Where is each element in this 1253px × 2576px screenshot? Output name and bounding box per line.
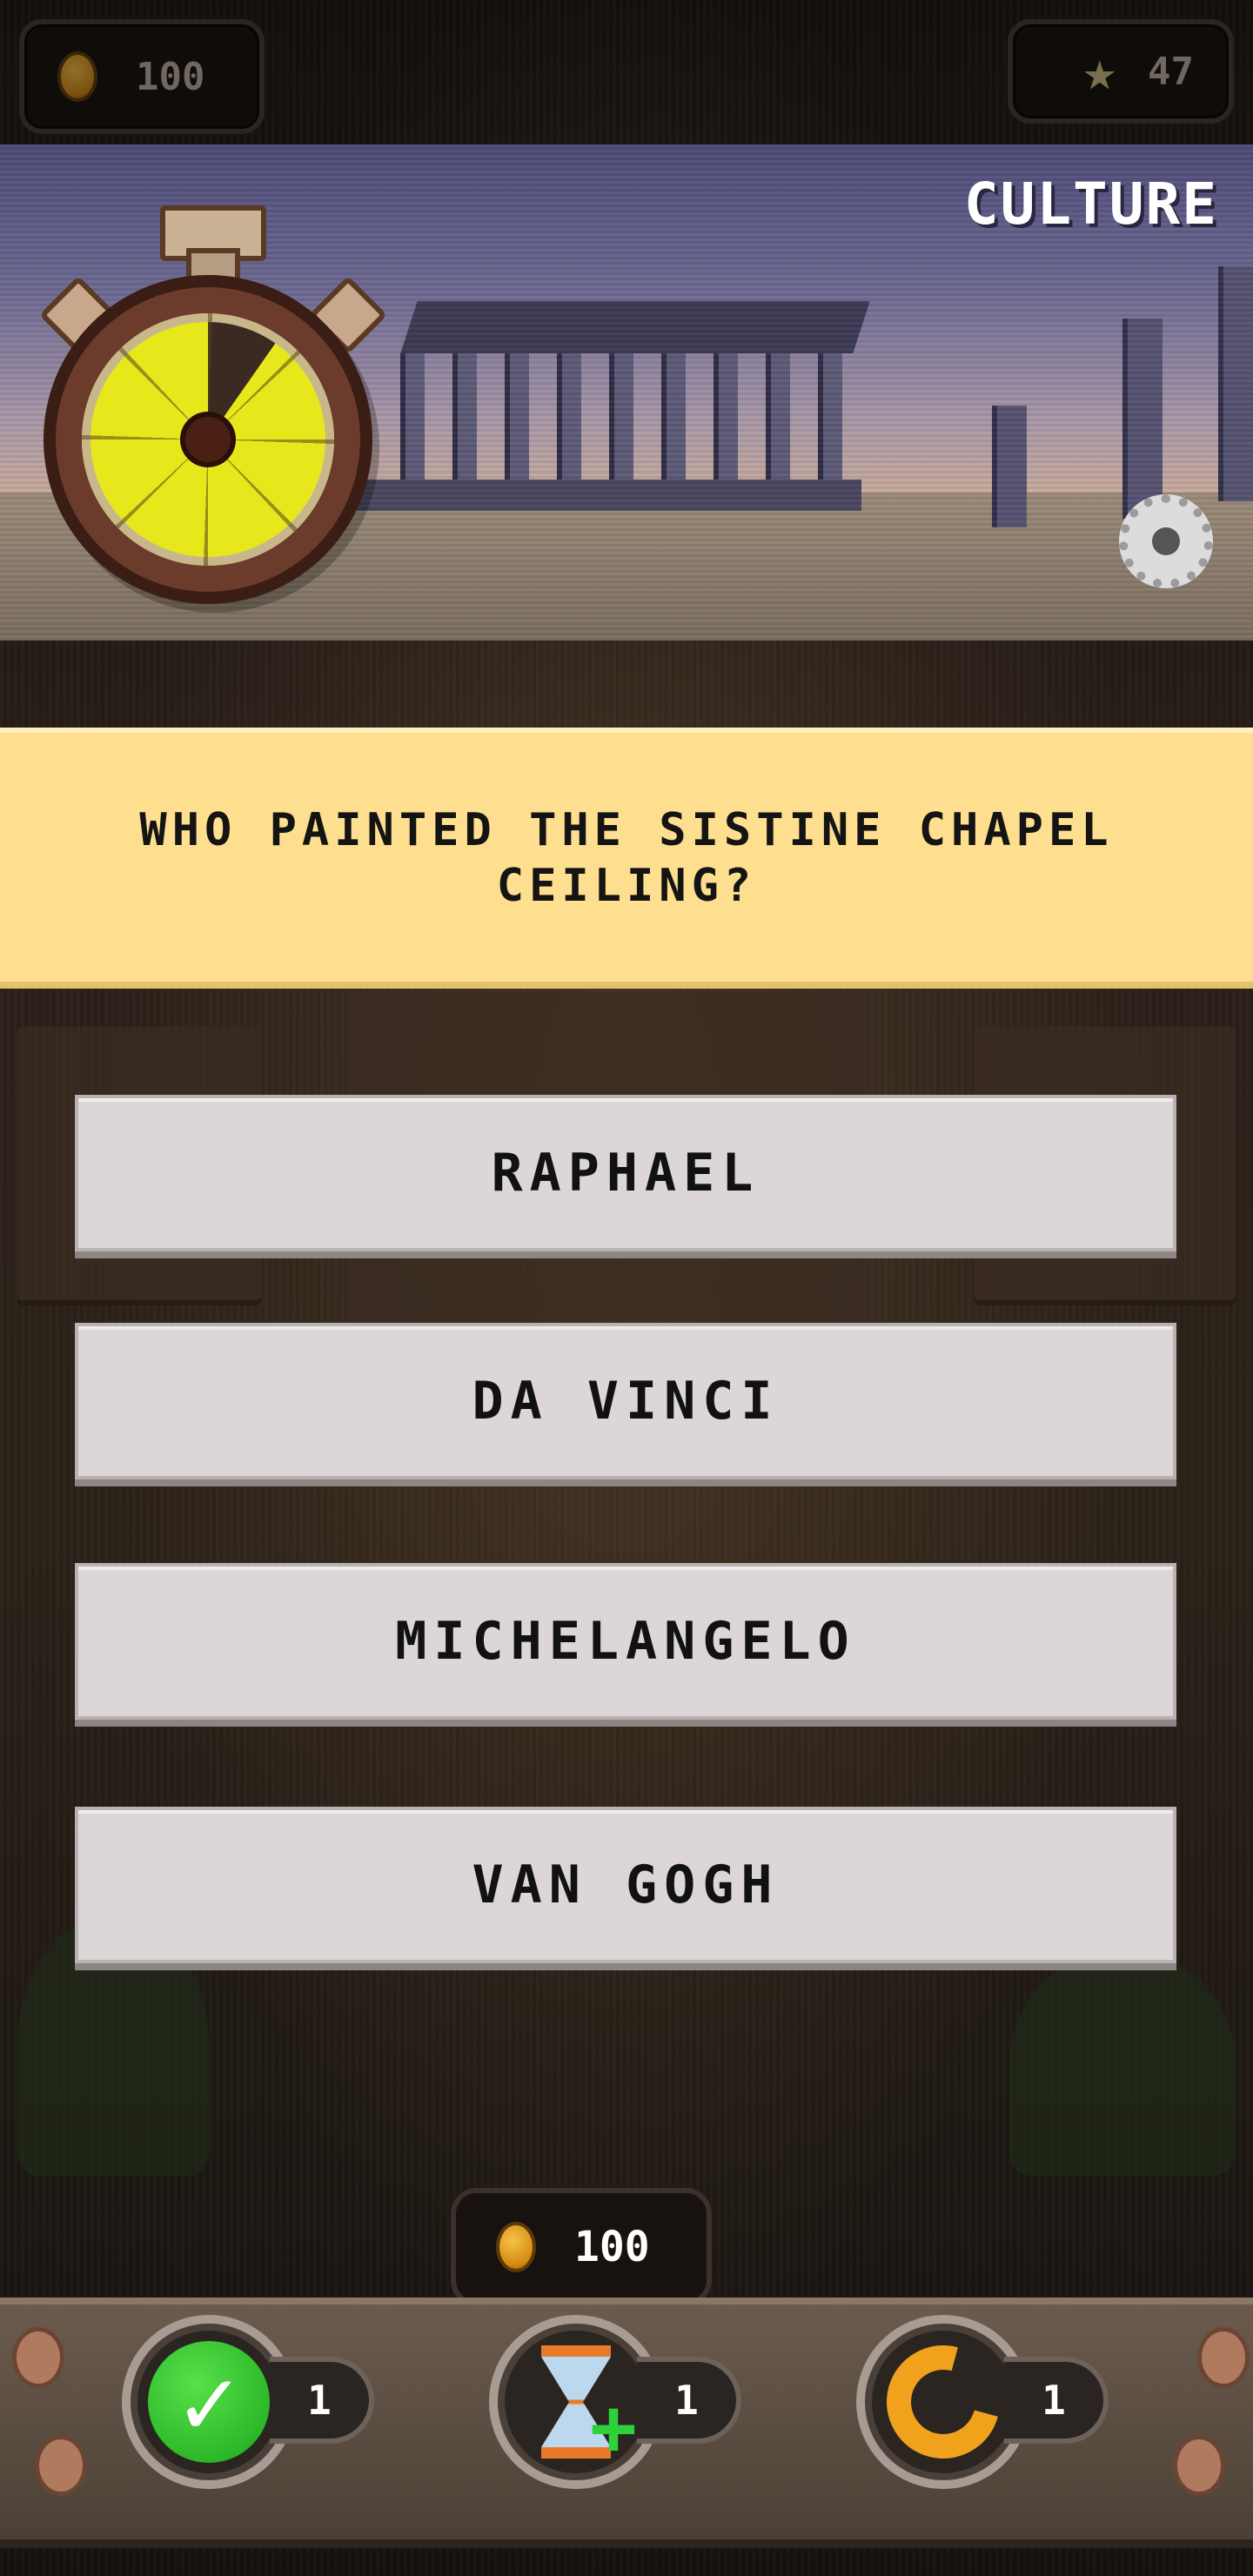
gear-icon[interactable]: [1119, 494, 1213, 588]
answer-label: DA VINCI: [472, 1371, 780, 1432]
category-title: CULTURE: [963, 171, 1218, 238]
coin-icon: [57, 51, 97, 102]
powerup-count: 1: [637, 2357, 741, 2444]
checkmark-icon: ✓: [148, 2341, 270, 2463]
question-card: WHO PAINTED THE SISTINE CHAPEL CEILING?: [0, 728, 1253, 989]
coin-icon: [496, 2222, 536, 2272]
answer-button-3[interactable]: MICHELANGELO: [75, 1563, 1176, 1720]
answer-label: RAPHAEL: [491, 1143, 761, 1204]
answer-button-2[interactable]: DA VINCI: [75, 1323, 1176, 1479]
tray-bolt: [12, 2327, 64, 2388]
hourglass-plus-icon: +: [541, 2345, 637, 2467]
powerup-count: 1: [1004, 2357, 1109, 2444]
star-icon: ★: [1082, 39, 1117, 104]
timer-face: [82, 313, 334, 566]
coin-count: 100: [136, 54, 205, 99]
tray-bolt: [1197, 2327, 1250, 2388]
tray-bolt: [35, 2435, 87, 2496]
answer-button-4[interactable]: VAN GOGH: [75, 1807, 1176, 1963]
timer-hub: [180, 412, 236, 467]
background-plant: [1009, 1949, 1236, 2176]
answer-label: MICHELANGELO: [395, 1611, 856, 1672]
powerup-count: 1: [270, 2357, 374, 2444]
answer-button-1[interactable]: RAPHAEL: [75, 1095, 1176, 1251]
powerup-cost-value: 100: [574, 2223, 650, 2271]
tray-bolt: [1173, 2435, 1225, 2496]
answer-label: VAN GOGH: [472, 1855, 780, 1915]
star-count: 47: [1148, 49, 1194, 94]
star-counter: ★ 47: [1008, 19, 1234, 124]
powerup-cost: 100: [451, 2188, 712, 2306]
coin-counter: 100: [19, 19, 265, 134]
plus-icon: +: [589, 2382, 637, 2473]
question-text: WHO PAINTED THE SISTINE CHAPEL CEILING?: [139, 804, 1114, 912]
stopwatch-icon: [56, 287, 360, 592]
refresh-icon: [866, 2324, 1021, 2479]
